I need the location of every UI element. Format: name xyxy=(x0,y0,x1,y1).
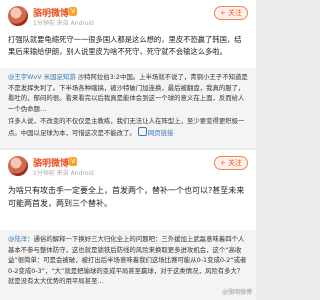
quoted-text: @陆洋：通俗的解释一下换好三大归化全上的问题吧：三外援加上武磊意味着四个人基本不… xyxy=(8,235,247,285)
quoted-text: @王宇WvV 米国足知游 沙特阿拉伯3:2中国。上半场就不说了，青铜小王子不知道… xyxy=(8,73,248,113)
quoted-post[interactable]: @王宇WvV 米国足知游 沙特阿拉伯3:2中国。上半场就不说了，青铜小王子不知道… xyxy=(0,68,256,148)
follow-button[interactable]: + 关注 xyxy=(213,6,248,20)
follow-button[interactable]: + 关注 xyxy=(213,156,248,170)
post-meta: 1分钟前 来自 Android xyxy=(33,18,94,27)
web-link[interactable]: 网页链接 xyxy=(137,126,173,137)
vip-badge: V xyxy=(69,157,78,166)
quoted-post[interactable]: @陆洋：通俗的解释一下换好三大归化全上的问题吧：三外援加上武磊意味着四个人基本不… xyxy=(0,230,256,300)
quoted-text-2: 许多人说，不改变的不仅仅是主教练，我们无法让人在阵型上，至少要变得更积极一点。中… xyxy=(8,117,245,137)
post-meta: 1分钟前 来自 Android xyxy=(33,168,94,177)
post-text: 为啥只有攻击手一定要全上，首发两个，替补一个也可以?甚至未来可能两首发，两到三个… xyxy=(8,186,245,208)
post-time: 1分钟前 xyxy=(33,20,55,27)
quoted-user-tail: 米国足知游 xyxy=(43,73,76,81)
post-source: 来自 Android xyxy=(56,20,94,27)
post-time: 1分钟前 xyxy=(33,170,55,177)
link-icon xyxy=(137,126,147,136)
post-header: 骆明微博 V 1分钟前 来自 Android + 关注 xyxy=(8,156,248,178)
quoted-user[interactable]: @陆洋 xyxy=(8,235,27,243)
weibo-post-1: 骆明微博 V 1分钟前 来自 Android + 关注 打强队就要龟缩死守一一很… xyxy=(0,0,256,148)
author-avatar[interactable] xyxy=(8,6,28,26)
post-header: 骆明微博 V 1分钟前 来自 Android + 关注 xyxy=(8,6,248,28)
watermark: @骆明微博 xyxy=(221,289,252,296)
author-avatar[interactable] xyxy=(8,156,28,176)
post-text: 打强队就要龟缩死守一一很多国人都是这么想的，里皮不恐赢了韩国，结果后来输给伊朗，… xyxy=(8,35,242,56)
quoted-user[interactable]: @王宇WvV xyxy=(8,73,42,81)
weibo-post-2: 骆明微博 V 1分钟前 来自 Android + 关注 为啥只有攻击手一定要全上… xyxy=(0,150,256,300)
post-source: 来自 Android xyxy=(56,170,94,177)
vip-badge: V xyxy=(69,7,78,16)
